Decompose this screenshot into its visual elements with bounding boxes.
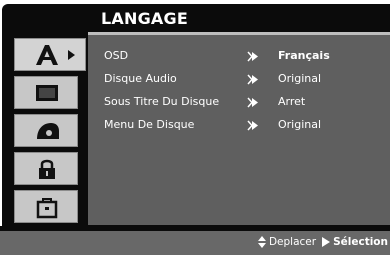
move-hint-label: Deplacer: [268, 236, 317, 248]
menu-row-label: OSD: [104, 49, 129, 62]
padlock-icon: [39, 159, 55, 179]
tab-others[interactable]: [14, 190, 78, 223]
menu-row-value[interactable]: Original: [278, 118, 321, 131]
submenu-arrow-icon: [247, 120, 258, 131]
menu-row-value[interactable]: Original: [278, 72, 321, 85]
menu-row-value[interactable]: Français: [278, 49, 330, 62]
menu-row-value[interactable]: Arret: [278, 95, 305, 108]
play-arrow-icon: [322, 237, 331, 247]
submenu-arrow-icon: [247, 97, 258, 108]
up-down-arrows-icon: [257, 236, 266, 248]
page-title: LANGAGE: [101, 9, 188, 28]
tab-display[interactable]: [14, 76, 78, 109]
menu-row-label: Menu De Disque: [104, 118, 195, 131]
tab-language[interactable]: [14, 38, 86, 71]
submenu-arrow-icon: [247, 74, 258, 85]
navigation-hint: Deplacer Sélection: [257, 236, 388, 248]
briefcase-icon: [36, 198, 58, 219]
select-hint-label: Sélection: [333, 236, 388, 248]
menu-row-osd[interactable]: OSD Français: [104, 47, 390, 67]
active-tab-arrow-icon: [68, 50, 75, 60]
dvd-setup-screen: LANGAGE OSD Français Disque Audio Origin…: [0, 0, 390, 255]
submenu-arrow-icon: [247, 51, 258, 62]
menu-row-disc-audio[interactable]: Disque Audio Original: [104, 70, 390, 90]
menu-row-label: Sous Titre Du Disque: [104, 95, 220, 108]
language-a-icon: [36, 45, 58, 65]
settings-panel: OSD Français Disque Audio Original Sous …: [88, 35, 390, 225]
sidebar: [8, 38, 90, 228]
tv-screen-icon: [36, 85, 58, 101]
status-bar: Deplacer Sélection: [0, 231, 390, 255]
tab-lock[interactable]: [14, 152, 78, 185]
tab-audio[interactable]: [14, 114, 78, 147]
menu-row-label: Disque Audio: [104, 72, 177, 85]
menu-row-subtitle[interactable]: Sous Titre Du Disque Arret: [104, 93, 390, 113]
disc-audio-icon: [37, 123, 59, 139]
menu-row-disc-menu[interactable]: Menu De Disque Original: [104, 116, 390, 136]
